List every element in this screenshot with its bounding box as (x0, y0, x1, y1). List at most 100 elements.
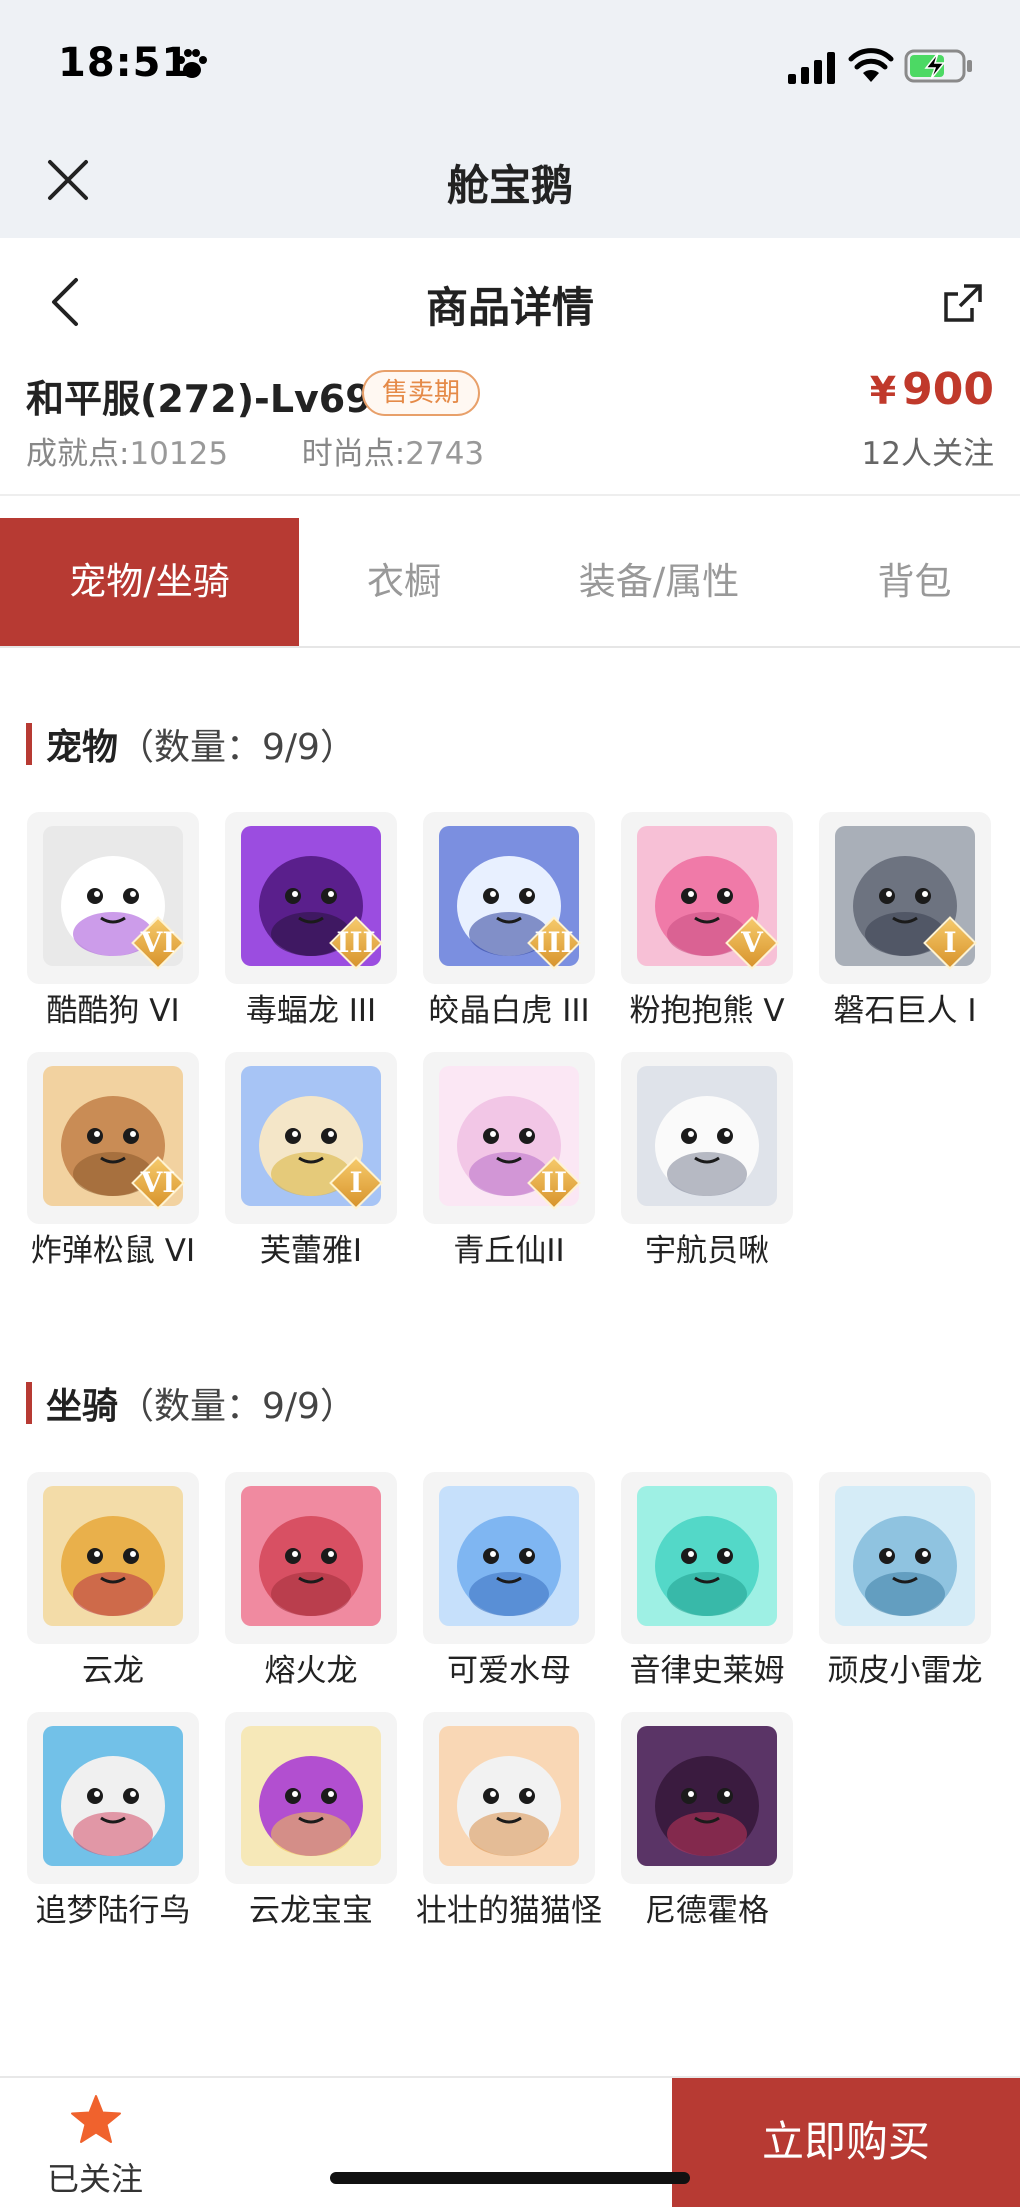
pets-name: 宇航员啾 (645, 1233, 769, 1269)
mounts-thumbnail (27, 1472, 199, 1644)
pets-item[interactable]: III 皎晶白虎 III (410, 812, 608, 1032)
mounts-thumbnail (225, 1472, 397, 1644)
status-bar: 18:51 (0, 0, 1020, 130)
pets-name: 芙蕾雅I (259, 1233, 363, 1269)
tier-label: I (349, 1166, 363, 1199)
mounts-name: 可爱水母 (447, 1653, 571, 1689)
follow-label: 已关注 (46, 2160, 143, 2198)
pets-thumbnail: III (423, 812, 595, 984)
lava-dragon-icon (241, 1486, 381, 1626)
pets-item[interactable]: III 毒蝠龙 III (212, 812, 410, 1032)
mounts-name: 云龙宝宝 (249, 1893, 373, 1929)
status-badge: 售卖期 (362, 370, 481, 416)
mounts-thumbnail (27, 1712, 199, 1884)
pets-thumbnail: I (225, 1052, 397, 1224)
pets-item[interactable]: I 磐石巨人 I (806, 812, 1004, 1032)
section-accent-bar (26, 723, 32, 765)
tab-bar: 宠物/坐骑 衣橱 装备/属性 背包 (0, 518, 1020, 648)
pets-name: 粉抱抱熊 V (629, 993, 785, 1029)
tab-pets-mounts[interactable]: 宠物/坐骑 (0, 518, 299, 646)
share-icon[interactable] (942, 282, 984, 324)
product-summary: 和平服(272)-Lv69 售卖期 成就点:10125 时尚点:2743 ¥90… (0, 360, 1020, 496)
mounts-item[interactable]: 云龙宝宝 (212, 1712, 410, 1932)
tier-label: VI (140, 926, 176, 959)
follower-count: 12人关注 (861, 436, 994, 472)
achievement-label: 成就点: (26, 436, 130, 472)
cellular-signal-icon (788, 52, 835, 84)
pets-thumbnail: VI (27, 1052, 199, 1224)
product-name: 和平服(272)-Lv69 (26, 377, 372, 421)
mounts-name: 音律史莱姆 (629, 1653, 785, 1689)
mounts-name: 追梦陆行鸟 (35, 1893, 191, 1929)
mounts-item[interactable]: 音律史莱姆 (608, 1472, 806, 1692)
nidhogg-dragon-icon (637, 1726, 777, 1866)
cloud-dragon-icon (43, 1486, 183, 1626)
chubby-cat-icon (439, 1726, 579, 1866)
tab-equipment[interactable]: 装备/属性 (509, 518, 809, 646)
mini-program-title: 舱宝鹅 (446, 161, 573, 210)
tier-badge: VI (131, 1156, 185, 1210)
mounts-item[interactable]: 壮壮的猫猫怪 (410, 1712, 608, 1932)
pets-name: 磐石巨人 I (833, 993, 977, 1029)
buy-now-button[interactable]: 立即购买 (672, 2078, 1020, 2207)
pets-item[interactable]: V 粉抱抱熊 V (608, 812, 806, 1032)
mounts-item[interactable]: 尼德霍格 (608, 1712, 806, 1932)
mounts-thumbnail (423, 1712, 595, 1884)
astronaut-cow-icon (637, 1066, 777, 1206)
price-value: 900 (902, 364, 994, 415)
tier-badge: I (923, 916, 977, 970)
tier-badge: III (329, 916, 383, 970)
mini-program-header: 舱宝鹅 (0, 140, 1020, 238)
fashion-label: 时尚点: (301, 436, 406, 472)
product-stats: 成就点:10125 时尚点:2743 (26, 428, 484, 473)
mounts-item[interactable]: 追梦陆行鸟 (14, 1712, 212, 1932)
mounts-name: 顽皮小雷龙 (827, 1653, 983, 1689)
page-title: 商品详情 (425, 283, 594, 332)
pets-item[interactable]: VI 炸弹松鼠 VI (14, 1052, 212, 1272)
pets-thumbnail: II (423, 1052, 595, 1224)
mounts-title: 坐骑 (46, 1386, 119, 1427)
pets-item[interactable]: 宇航员啾 (608, 1052, 806, 1272)
mounts-count: （数量：9/9） (118, 1386, 356, 1427)
tier-badge: I (329, 1156, 383, 1210)
price: ¥900 (870, 364, 994, 415)
pets-thumbnail: III (225, 812, 397, 984)
little-dino-icon (835, 1486, 975, 1626)
mounts-item[interactable]: 云龙 (14, 1472, 212, 1692)
slime-icon (637, 1486, 777, 1626)
pets-thumbnail: V (621, 812, 793, 984)
tier-badge: II (527, 1156, 581, 1210)
mounts-name: 壮壮的猫猫怪 (416, 1893, 602, 1929)
pets-name: 皎晶白虎 III (428, 993, 590, 1029)
dream-bird-icon (43, 1726, 183, 1866)
jellyfish-icon (439, 1486, 579, 1626)
mounts-thumbnail (819, 1472, 991, 1644)
mounts-item[interactable]: 顽皮小雷龙 (806, 1472, 1004, 1692)
wifi-icon (848, 48, 894, 82)
mounts-name: 云龙 (82, 1653, 144, 1689)
tier-label: III (534, 926, 574, 959)
pets-item[interactable]: VI 酷酷狗 VI (14, 812, 212, 1032)
bottom-action-bar: 已关注 立即购买 (0, 2076, 1020, 2207)
pets-item[interactable]: I 芙蕾雅I (212, 1052, 410, 1272)
tier-badge: V (725, 916, 779, 970)
pets-title: 宠物 (46, 727, 119, 768)
tier-label: VI (140, 1166, 176, 1199)
tab-wardrobe[interactable]: 衣橱 (299, 518, 509, 646)
follow-button[interactable]: 已关注 (0, 2078, 190, 2207)
pets-section-title: 宠物（数量：9/9） (26, 718, 356, 770)
fashion-value: 2743 (405, 436, 485, 472)
tier-label: I (943, 926, 957, 959)
pets-thumbnail (621, 1052, 793, 1224)
tier-label: II (540, 1166, 568, 1199)
baby-cloud-dragon-icon (241, 1726, 381, 1866)
mounts-item[interactable]: 熔火龙 (212, 1472, 410, 1692)
pets-thumbnail: I (819, 812, 991, 984)
pets-item[interactable]: II 青丘仙II (410, 1052, 608, 1272)
pets-thumbnail: VI (27, 812, 199, 984)
mounts-item[interactable]: 可爱水母 (410, 1472, 608, 1692)
mounts-name: 尼德霍格 (645, 1893, 769, 1929)
mounts-thumbnail (621, 1712, 793, 1884)
battery-charging-icon (904, 49, 972, 83)
tab-backpack[interactable]: 背包 (809, 518, 1020, 646)
